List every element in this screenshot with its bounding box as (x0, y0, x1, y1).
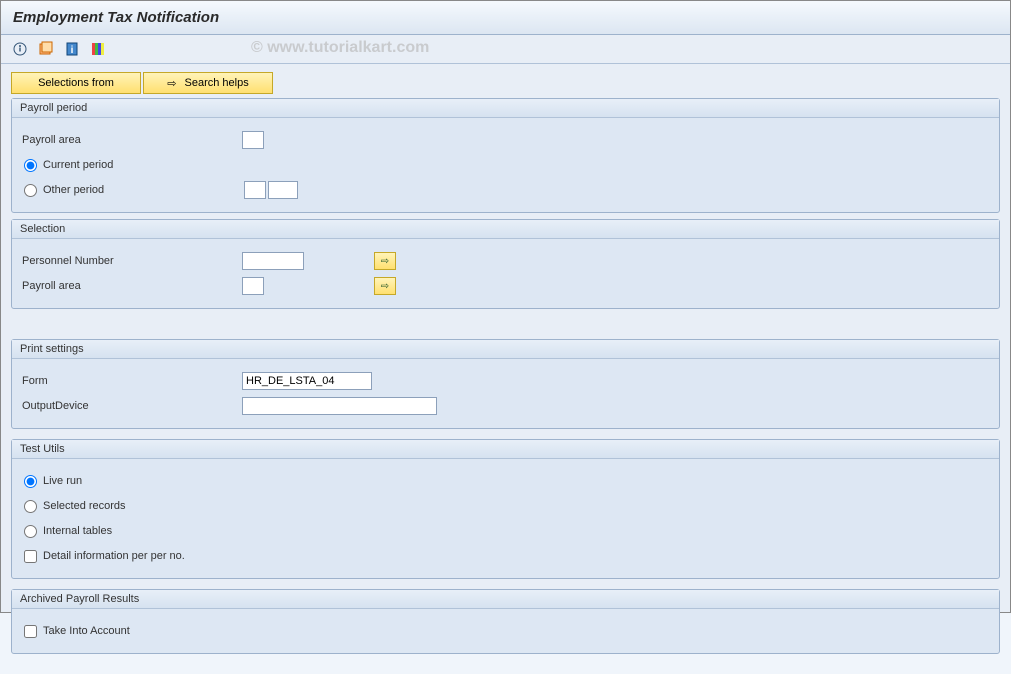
detail-info-checkbox[interactable]: Detail information per per no. (24, 550, 185, 563)
arrow-right-icon: ⇨ (167, 77, 176, 90)
variant-icon[interactable] (37, 40, 55, 58)
group-title: Test Utils (12, 440, 999, 459)
other-period-radio-input[interactable] (24, 184, 37, 197)
radio-label: Selected records (43, 500, 126, 512)
svg-text:i: i (71, 45, 74, 56)
personnel-number-label: Personnel Number (22, 255, 242, 267)
live-run-radio-input[interactable] (24, 475, 37, 488)
other-period-input-2[interactable] (268, 181, 298, 199)
take-into-account-checkbox-input[interactable] (24, 625, 37, 638)
radio-label: Other period (43, 184, 104, 196)
checkbox-label: Take Into Account (43, 625, 130, 637)
take-into-account-checkbox[interactable]: Take Into Account (24, 625, 130, 638)
toolbar: i (1, 35, 1010, 64)
radio-label: Current period (43, 159, 113, 171)
payroll-area-multiselect-button[interactable]: ⇨ (374, 277, 396, 295)
form-input[interactable] (242, 372, 372, 390)
selection-group: Selection Personnel Number ⇨ Payroll are… (11, 219, 1000, 309)
internal-tables-radio[interactable]: Internal tables (24, 525, 112, 538)
selections-from-button[interactable]: Selections from (11, 72, 141, 94)
live-run-radio[interactable]: Live run (24, 475, 82, 488)
personnel-number-multiselect-button[interactable]: ⇨ (374, 252, 396, 270)
payroll-area-label-2: Payroll area (22, 280, 242, 292)
info-icon[interactable]: i (63, 40, 81, 58)
archived-results-group: Archived Payroll Results Take Into Accou… (11, 589, 1000, 654)
selected-records-radio[interactable]: Selected records (24, 500, 126, 513)
execute-icon[interactable] (11, 40, 29, 58)
button-label: Selections from (38, 77, 114, 89)
app-window: Employment Tax Notification © www.tutori… (0, 0, 1011, 613)
button-row: Selections from ⇨ Search helps (11, 72, 1000, 94)
checkbox-label: Detail information per per no. (43, 550, 185, 562)
color-icon[interactable] (89, 40, 107, 58)
other-period-radio[interactable]: Other period (24, 184, 244, 197)
selected-records-radio-input[interactable] (24, 500, 37, 513)
form-label: Form (22, 375, 242, 387)
detail-info-checkbox-input[interactable] (24, 550, 37, 563)
content-area: Selections from ⇨ Search helps Payroll p… (1, 64, 1010, 674)
group-title: Print settings (12, 340, 999, 359)
internal-tables-radio-input[interactable] (24, 525, 37, 538)
payroll-area-input[interactable] (242, 131, 264, 149)
payroll-period-group: Payroll period Payroll area Current peri… (11, 98, 1000, 213)
payroll-area-label: Payroll area (22, 134, 242, 146)
group-title: Archived Payroll Results (12, 590, 999, 609)
radio-label: Internal tables (43, 525, 112, 537)
output-device-input[interactable] (242, 397, 437, 415)
radio-label: Live run (43, 475, 82, 487)
search-helps-button[interactable]: ⇨ Search helps (143, 72, 273, 94)
group-title: Payroll period (12, 99, 999, 118)
output-device-label: OutputDevice (22, 400, 242, 412)
group-title: Selection (12, 220, 999, 239)
page-title: Employment Tax Notification (1, 1, 1010, 35)
current-period-radio-input[interactable] (24, 159, 37, 172)
personnel-number-input[interactable] (242, 252, 304, 270)
test-utils-group: Test Utils Live run Selected records (11, 439, 1000, 579)
other-period-input-1[interactable] (244, 181, 266, 199)
payroll-area-input-2[interactable] (242, 277, 264, 295)
print-settings-group: Print settings Form OutputDevice (11, 339, 1000, 429)
button-label: Search helps (185, 77, 249, 89)
current-period-radio[interactable]: Current period (24, 159, 113, 172)
